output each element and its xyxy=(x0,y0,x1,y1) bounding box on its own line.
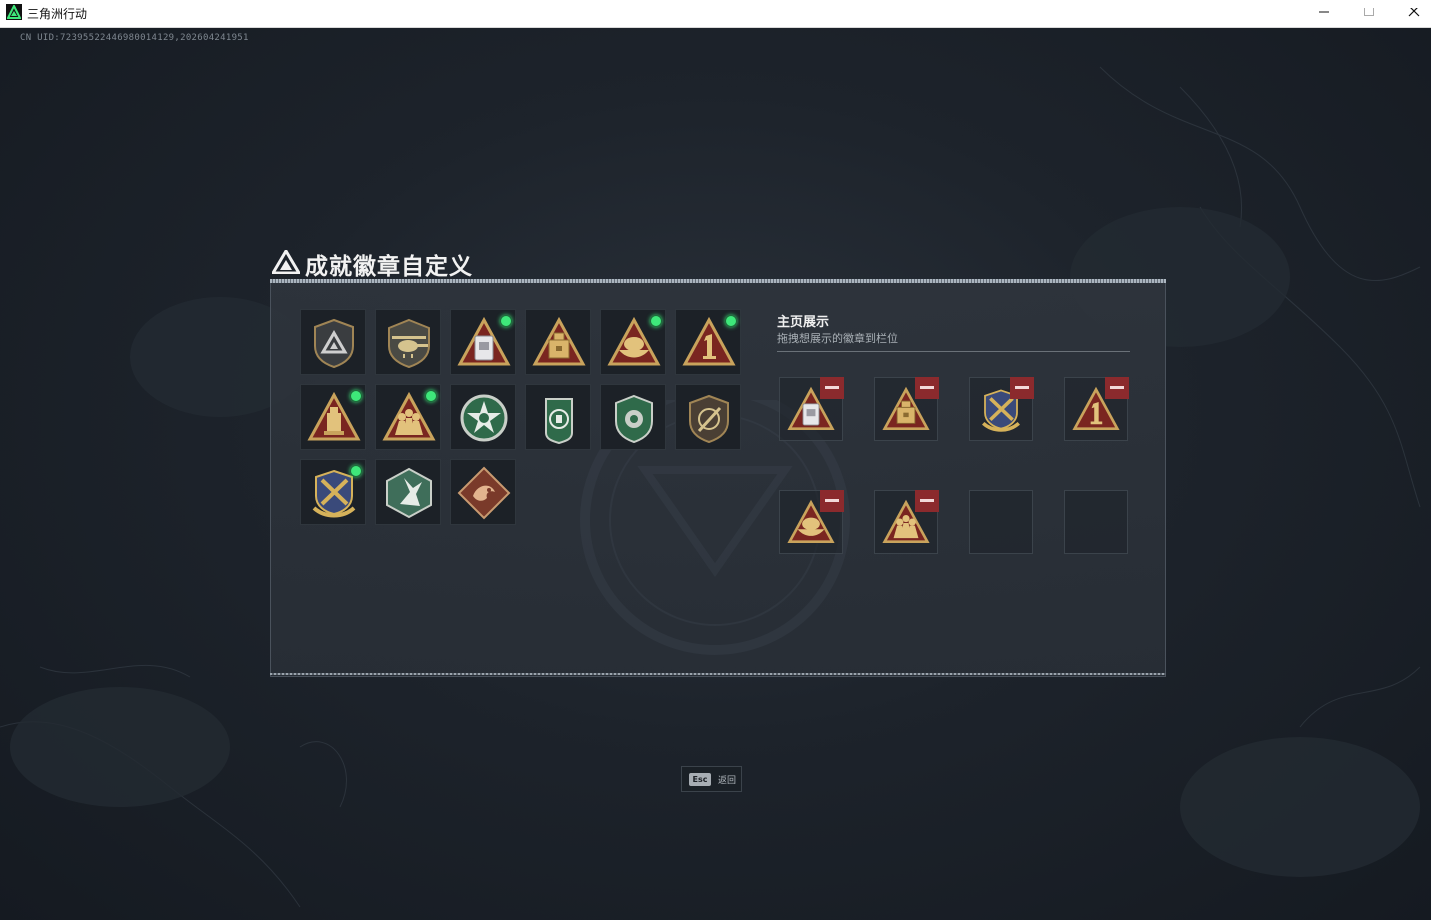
green-shield-badge-icon xyxy=(615,394,653,444)
badge-item[interactable] xyxy=(300,459,366,525)
badge-item[interactable] xyxy=(600,384,666,450)
new-indicator xyxy=(350,465,362,477)
badge-item[interactable] xyxy=(375,384,441,450)
badge-item[interactable] xyxy=(300,309,366,375)
helicopter-shield-badge-icon xyxy=(388,318,430,369)
close-icon xyxy=(1408,8,1420,17)
minimize-icon xyxy=(1319,11,1329,13)
badge-item[interactable] xyxy=(675,384,741,450)
badge-item[interactable] xyxy=(375,309,441,375)
delta-logo-icon xyxy=(272,250,300,274)
close-button[interactable] xyxy=(1391,0,1431,27)
bronze-crossed-shield-badge-icon xyxy=(689,394,729,444)
back-button[interactable]: Esc 返回 xyxy=(681,766,742,792)
back-label: 返回 xyxy=(718,776,737,786)
minimize-button[interactable] xyxy=(1301,0,1347,27)
remove-badge-button[interactable] xyxy=(1105,377,1129,399)
showcase-slot[interactable] xyxy=(874,490,939,554)
showcase-slot[interactable] xyxy=(874,377,939,441)
showcase-slot[interactable] xyxy=(969,377,1034,441)
remove-badge-button[interactable] xyxy=(820,377,844,399)
badge-item[interactable] xyxy=(600,309,666,375)
badge-item[interactable] xyxy=(450,384,516,450)
esc-key-label: Esc xyxy=(689,773,711,786)
window-titlebar: 三角洲行动 xyxy=(0,0,1431,28)
green-dog-tag-badge-icon xyxy=(545,398,573,445)
panel-top-divider xyxy=(270,279,1166,283)
remove-badge-button[interactable] xyxy=(820,490,844,512)
new-indicator xyxy=(350,390,362,402)
badge-item[interactable] xyxy=(450,459,516,525)
delta-logo-icon xyxy=(6,4,22,20)
showcase-slot[interactable] xyxy=(1064,377,1129,441)
new-indicator xyxy=(650,315,662,327)
remove-badge-button[interactable] xyxy=(1010,377,1034,399)
badge-item[interactable] xyxy=(525,309,591,375)
remove-badge-button[interactable] xyxy=(915,377,939,399)
badge-item[interactable] xyxy=(300,384,366,450)
bronze-dragon-diamond-badge-icon xyxy=(457,466,511,520)
maximize-icon xyxy=(1364,8,1374,16)
showcase-slot-empty[interactable] xyxy=(1064,490,1128,554)
new-indicator xyxy=(725,315,737,327)
showcase-slot[interactable] xyxy=(779,377,844,441)
window-title: 三角洲行动 xyxy=(27,7,88,21)
green-hex-rabbit-badge-icon xyxy=(386,467,432,519)
delta-shield-badge-icon xyxy=(314,318,354,369)
badge-item[interactable] xyxy=(525,384,591,450)
badge-item[interactable] xyxy=(375,459,441,525)
showcase-slot[interactable] xyxy=(779,490,844,554)
badge-item[interactable] xyxy=(450,309,516,375)
uid-text: CN UID:72395522446980014129,202604241951 xyxy=(20,33,249,43)
showcase-title: 主页展示 xyxy=(777,315,830,330)
showcase-divider xyxy=(777,351,1130,352)
showcase-subtitle: 拖拽想展示的徽章到栏位 xyxy=(777,332,898,345)
new-indicator xyxy=(425,390,437,402)
showcase-slot-empty[interactable] xyxy=(969,490,1033,554)
new-indicator xyxy=(500,315,512,327)
badge-item[interactable] xyxy=(675,309,741,375)
dialog-title: 成就徽章自定义 xyxy=(305,254,473,280)
remove-badge-button[interactable] xyxy=(915,490,939,512)
panel-bottom-divider xyxy=(270,673,1166,675)
maximize-button[interactable] xyxy=(1346,0,1392,27)
gold-crate-triangle-badge-icon xyxy=(532,316,586,366)
green-star-medal-badge-icon xyxy=(460,394,508,442)
